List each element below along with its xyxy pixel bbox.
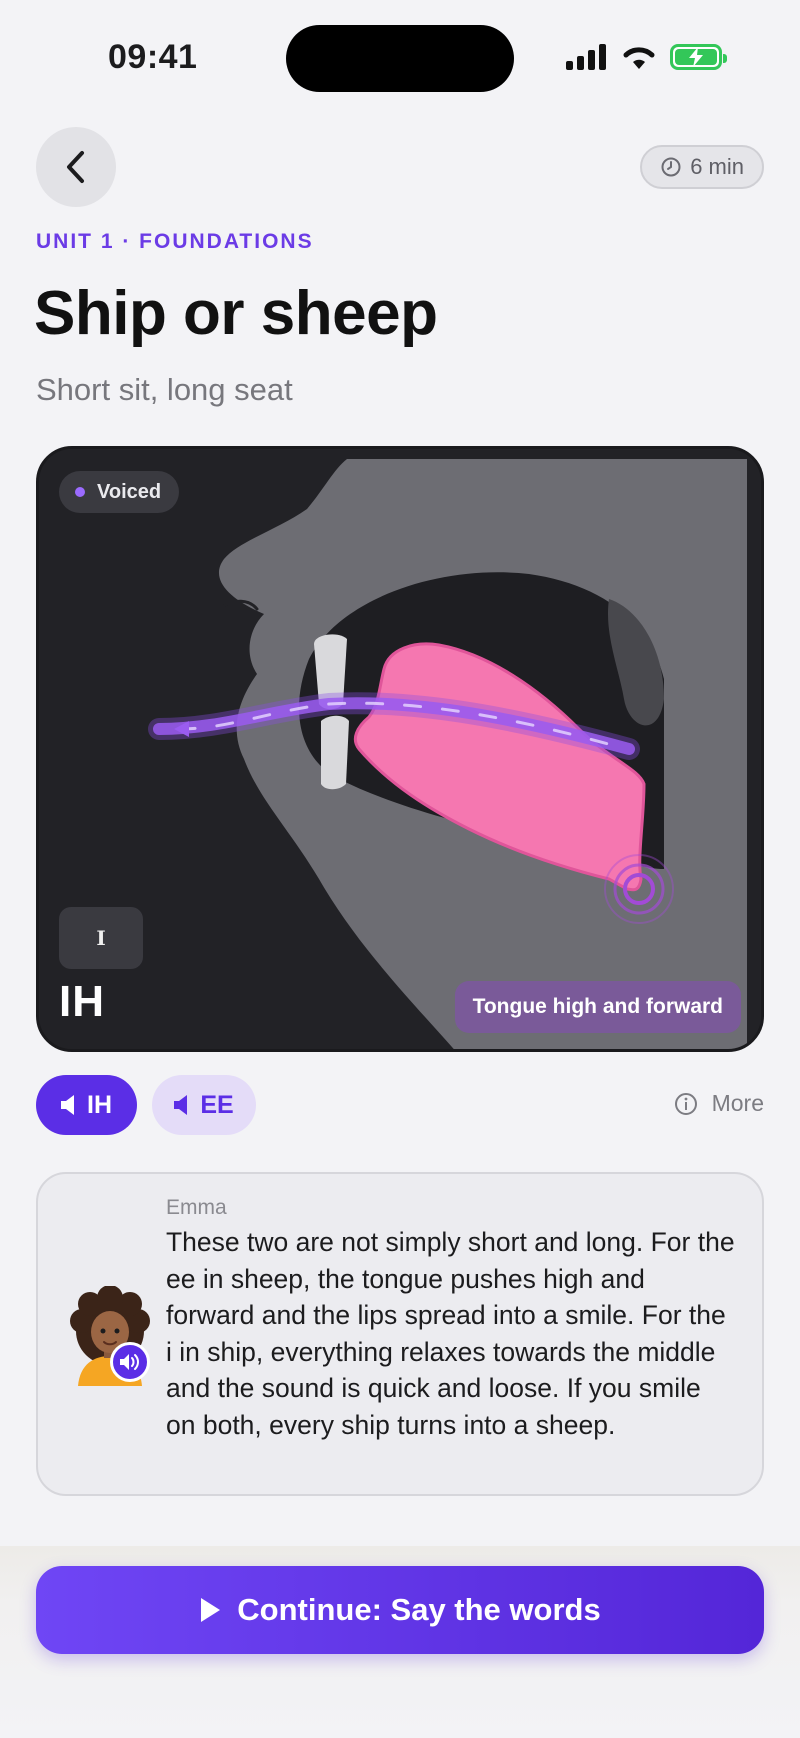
signal-icon bbox=[566, 44, 606, 70]
speaker-wave-icon bbox=[120, 1354, 139, 1370]
mouth-diagram-card: Voiced I IH Tongue high and forward bbox=[36, 446, 764, 1052]
tutor-audio-button[interactable] bbox=[110, 1342, 150, 1382]
sound-chip-label: EE bbox=[200, 1090, 234, 1119]
wifi-icon bbox=[623, 47, 655, 69]
sound-code: IH bbox=[59, 977, 105, 1026]
mouth-cross-section-illustration bbox=[39, 449, 761, 1049]
back-button[interactable] bbox=[36, 127, 116, 207]
sound-chip-label: IH bbox=[87, 1090, 112, 1119]
sound-chip-ih[interactable]: IH bbox=[36, 1075, 137, 1135]
more-button[interactable]: More bbox=[674, 1090, 764, 1117]
dynamic-island bbox=[286, 25, 514, 92]
page-subtitle: Short sit, long seat bbox=[36, 372, 293, 407]
ipa-symbol: I bbox=[59, 907, 143, 969]
chevron-left-icon bbox=[67, 151, 84, 183]
voiced-label: Voiced bbox=[97, 480, 162, 503]
info-icon bbox=[674, 1092, 697, 1115]
play-icon bbox=[201, 1598, 221, 1622]
battery-icon bbox=[670, 44, 727, 70]
continue-label: Continue: Say the words bbox=[237, 1592, 601, 1627]
status-icons bbox=[566, 42, 727, 72]
status-time: 09:41 bbox=[108, 38, 198, 76]
voiced-badge: Voiced bbox=[59, 471, 180, 513]
unit-label: UNIT 1 · FOUNDATIONS bbox=[36, 230, 314, 253]
tongue-caption: Tongue high and forward bbox=[454, 981, 741, 1033]
duration-badge: 6 min bbox=[640, 145, 764, 189]
speaker-icon bbox=[174, 1095, 188, 1115]
voiced-dot bbox=[75, 487, 85, 497]
tutor-message-card: Emma These two are not simply short and … bbox=[36, 1172, 764, 1496]
duration-text: 6 min bbox=[690, 154, 744, 179]
tutor-name: Emma bbox=[166, 1196, 227, 1219]
sound-chip-ee[interactable]: EE bbox=[152, 1075, 256, 1135]
tutor-message: These two are not simply short and long.… bbox=[166, 1227, 735, 1440]
continue-button[interactable]: Continue: Say the words bbox=[36, 1566, 764, 1654]
lesson-screen: 09:41 6 min UNIT 1 · FOUNDATIONS Ship or… bbox=[0, 0, 800, 1738]
page-title: Ship or sheep bbox=[34, 279, 438, 348]
more-label: More bbox=[711, 1090, 764, 1116]
speaker-icon bbox=[61, 1095, 74, 1115]
clock-icon bbox=[661, 157, 681, 177]
